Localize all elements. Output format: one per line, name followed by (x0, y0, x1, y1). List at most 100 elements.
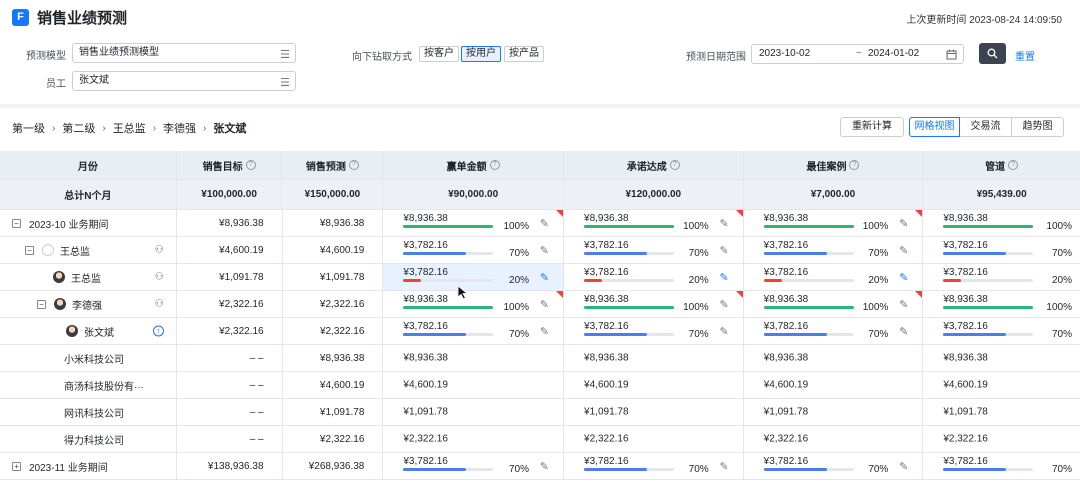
help-icon[interactable]: ? (348, 160, 359, 170)
table-row[interactable]: 张文斌 ↑ ¥2,322.16 ¥2,322.16 ¥3,782.16 70% ✎ … (0, 318, 1080, 345)
row-name-cell: 得力科技公司 (0, 426, 177, 452)
edit-icon[interactable]: ✎ (719, 298, 728, 311)
metric-value: ¥3,782.16 (763, 267, 809, 278)
flag-marker (735, 291, 743, 298)
model-select[interactable]: 销售业绩预测模型 ☰ (72, 43, 296, 63)
edit-icon[interactable]: ✎ (899, 325, 908, 338)
drill-option-product[interactable]: 按产品 (504, 46, 544, 62)
tab-trend-chart[interactable]: 趋势图 (1011, 117, 1064, 137)
expand-icon[interactable]: + (12, 461, 21, 471)
filter-panel: 预测模型 销售业绩预测模型 ☰ 员工 张文斌 ☰ 向下钻取方式 按客户 按用户 … (0, 34, 1080, 104)
target-cell: ¥4,600.19 (177, 237, 283, 263)
search-button[interactable] (979, 43, 1006, 64)
avatar (42, 244, 54, 256)
org-chart-icon[interactable]: ⚇ (155, 245, 164, 256)
chevron-right-icon: › (203, 122, 207, 134)
tab-grid-view[interactable]: 网格视图 (909, 117, 960, 137)
table-row[interactable]: − 李德强 ⚇ ¥2,322.16 ¥2,322.16 ¥8,936.38 100… (0, 291, 1080, 318)
help-icon[interactable]: ? (489, 160, 500, 170)
metric-value: ¥3,782.16 (584, 321, 629, 332)
progress-percent: 100% (503, 221, 530, 232)
drill-up-icon[interactable]: ↑ (152, 325, 164, 337)
progress-percent: 70% (688, 248, 709, 259)
table-row[interactable]: 小米科技公司 – – ¥8,936.38 ¥8,936.38 ¥8,936.38… (0, 345, 1080, 372)
date-range-picker[interactable]: 2023-10-02 ~ 2024-01-02 (751, 44, 964, 64)
progress-bar (763, 333, 854, 336)
edit-icon[interactable]: ✎ (540, 217, 549, 230)
metric-value: ¥8,936.38 (584, 294, 629, 305)
row-name: 小米科技公司 (64, 354, 124, 366)
totals-won: ¥90,000.00 (383, 180, 564, 209)
collapse-icon[interactable]: − (37, 299, 46, 309)
help-icon[interactable]: ? (245, 160, 256, 170)
totals-commit: ¥120,000.00 (564, 180, 744, 209)
target-cell: – – (177, 399, 283, 425)
edit-icon[interactable]: ✎ (540, 325, 549, 338)
edit-icon[interactable]: ✎ (719, 244, 728, 257)
drill-option-customer[interactable]: 按客户 (419, 46, 459, 62)
model-value: 销售业绩预测模型 (79, 47, 159, 58)
table-row[interactable]: 网讯科技公司 – – ¥1,091.78 ¥1,091.78 ¥1,091.78… (0, 399, 1080, 426)
progress-bar (584, 252, 675, 255)
forecast-cell: ¥8,936.38 (283, 210, 384, 236)
model-label: 预测模型 (26, 51, 66, 62)
edit-icon[interactable]: ✎ (899, 460, 908, 473)
help-icon[interactable]: ? (1008, 160, 1019, 170)
edit-icon[interactable]: ✎ (540, 298, 549, 311)
edit-icon[interactable]: ✎ (540, 271, 549, 284)
breadcrumb-item[interactable]: 李德强 (163, 120, 196, 136)
edit-icon[interactable]: ✎ (719, 271, 728, 284)
edit-icon[interactable]: ✎ (719, 460, 728, 473)
collapse-icon[interactable]: − (12, 218, 21, 228)
progress-bar (763, 225, 854, 228)
edit-icon[interactable]: ✎ (540, 460, 549, 473)
table-row[interactable]: 王总监 ⚇ ¥1,091.78 ¥1,091.78 ¥3,782.16 20% ✎ … (0, 264, 1080, 300)
edit-icon[interactable]: ✎ (899, 271, 908, 284)
edit-icon[interactable]: ✎ (899, 217, 908, 230)
progress-percent: 70% (1051, 329, 1072, 340)
column-header-month: 月份 (0, 151, 177, 179)
column-header-target: 销售目标? (177, 151, 283, 179)
table-row[interactable]: − 2023-10 业务期间 ¥8,936.38 ¥8,936.38 ¥8,93… (0, 210, 1080, 237)
drill-label: 向下钻取方式 (352, 52, 412, 63)
progress-percent: 70% (1051, 248, 1072, 259)
edit-icon[interactable]: ✎ (540, 244, 549, 257)
drill-option-user[interactable]: 按用户 (461, 46, 501, 62)
metric-value: ¥2,322.16 (403, 433, 448, 445)
recalculate-button[interactable]: 重新计算 (840, 117, 904, 137)
flag-marker (915, 291, 923, 298)
help-icon[interactable]: ? (669, 160, 680, 170)
tab-deal-flow[interactable]: 交易流 (959, 117, 1012, 137)
calendar-icon (946, 49, 957, 60)
collapse-icon[interactable]: − (25, 245, 34, 255)
progress-percent: 100% (862, 221, 889, 232)
org-chart-icon[interactable]: ⚇ (155, 272, 164, 283)
breadcrumb-item[interactable]: 第二级 (62, 120, 95, 136)
table-row[interactable]: + 2023-11 业务期间 ¥138,936.38 ¥268,936.38 ¥… (0, 453, 1080, 480)
forecast-cell: ¥1,091.78 (283, 264, 384, 290)
edit-icon[interactable]: ✎ (899, 244, 908, 257)
help-icon[interactable]: ? (849, 160, 860, 170)
app-logo-icon: F (12, 8, 29, 26)
edit-icon[interactable]: ✎ (899, 298, 908, 311)
employee-select[interactable]: 张文斌 ☰ (72, 71, 296, 91)
won-cell[interactable]: ¥3,782.16 20% ✎ (383, 264, 565, 300)
edit-icon[interactable]: ✎ (719, 217, 728, 230)
column-header-pipeline: 管道? (923, 151, 1080, 179)
table-row[interactable]: 得力科技公司 – – ¥2,322.16 ¥2,322.16 ¥2,322.16… (0, 426, 1080, 453)
table-row[interactable]: − 王总监 ⚇ ¥4,600.19 ¥4,600.19 ¥3,782.16 70%… (0, 237, 1080, 264)
breadcrumb-item[interactable]: 王总监 (113, 120, 146, 136)
metric-value: ¥8,936.38 (943, 294, 988, 305)
edit-icon[interactable]: ✎ (719, 325, 728, 338)
table-row[interactable]: 商汤科技股份有··· – – ¥4,600.19 ¥4,600.19 ¥4,60… (0, 372, 1080, 399)
row-name: 李德强 (72, 300, 102, 312)
metric-value: ¥8,936.38 (403, 294, 448, 305)
column-header-forecast: 销售预测? (282, 151, 384, 179)
breadcrumb-item[interactable]: 第一级 (12, 120, 45, 136)
org-chart-icon[interactable]: ⚇ (155, 299, 164, 310)
reset-button[interactable]: 重置 (1015, 48, 1035, 63)
progress-bar (403, 333, 494, 336)
metric-value: ¥3,782.16 (763, 240, 809, 251)
progress-bar (763, 252, 854, 255)
forecast-cell: ¥268,936.38 (283, 453, 384, 479)
